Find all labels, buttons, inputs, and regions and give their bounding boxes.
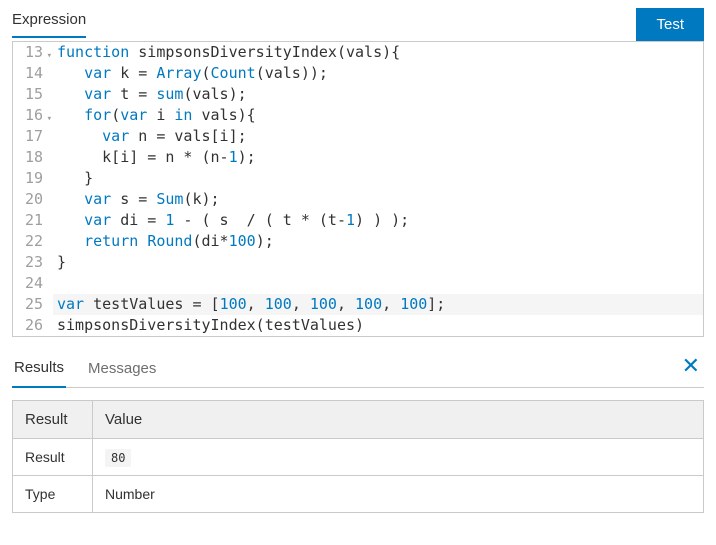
code-line[interactable]: 24 [13, 273, 703, 294]
code-line[interactable]: 15 var t = sum(vals); [13, 84, 703, 105]
close-icon[interactable]: ✕ [682, 353, 700, 379]
line-number: 22 [13, 231, 53, 252]
tab-results[interactable]: Results [12, 353, 66, 388]
code-content[interactable]: function simpsonsDiversityIndex(vals){ [53, 42, 703, 63]
line-number: 17 [13, 126, 53, 147]
code-line[interactable]: 14 var k = Array(Count(vals)); [13, 63, 703, 84]
code-content[interactable]: var n = vals[i]; [53, 126, 703, 147]
line-number: 18 [13, 147, 53, 168]
table-row: TypeNumber [13, 476, 704, 513]
header-result: Result [13, 401, 93, 439]
row-value: 80 [93, 439, 704, 476]
code-content[interactable]: simpsonsDiversityIndex(testValues) [53, 315, 703, 336]
line-number: 26 [13, 315, 53, 336]
row-label: Result [13, 439, 93, 476]
code-line[interactable]: 17 var n = vals[i]; [13, 126, 703, 147]
line-number: 23 [13, 252, 53, 273]
code-line[interactable]: 20 var s = Sum(k); [13, 189, 703, 210]
line-number: 13 [13, 42, 53, 63]
code-content[interactable]: var testValues = [100, 100, 100, 100, 10… [53, 294, 703, 315]
code-line[interactable]: 26simpsonsDiversityIndex(testValues) [13, 315, 703, 336]
code-line[interactable]: 25var testValues = [100, 100, 100, 100, … [13, 294, 703, 315]
code-line[interactable]: 18 k[i] = n * (n-1); [13, 147, 703, 168]
header-value: Value [93, 401, 704, 439]
line-number: 20 [13, 189, 53, 210]
test-button[interactable]: Test [636, 8, 704, 41]
code-content[interactable]: return Round(di*100); [53, 231, 703, 252]
line-number: 15 [13, 84, 53, 105]
code-content[interactable]: } [53, 168, 703, 189]
tab-messages[interactable]: Messages [86, 354, 158, 387]
line-number: 14 [13, 63, 53, 84]
code-content[interactable]: var k = Array(Count(vals)); [53, 63, 703, 84]
line-number: 16 [13, 105, 53, 126]
code-content[interactable]: for(var i in vals){ [53, 105, 703, 126]
row-label: Type [13, 476, 93, 513]
code-editor[interactable]: 13function simpsonsDiversityIndex(vals){… [12, 41, 704, 337]
code-content[interactable]: var s = Sum(k); [53, 189, 703, 210]
row-value: Number [93, 476, 704, 513]
code-content[interactable] [53, 273, 703, 294]
code-line[interactable]: 22 return Round(di*100); [13, 231, 703, 252]
code-line[interactable]: 23} [13, 252, 703, 273]
code-line[interactable]: 21 var di = 1 - ( s / ( t * (t-1) ) ); [13, 210, 703, 231]
line-number: 19 [13, 168, 53, 189]
tab-expression[interactable]: Expression [12, 11, 86, 38]
results-table: Result Value Result80TypeNumber [12, 400, 704, 513]
code-line[interactable]: 13function simpsonsDiversityIndex(vals){ [13, 42, 703, 63]
line-number: 21 [13, 210, 53, 231]
code-content[interactable]: k[i] = n * (n-1); [53, 147, 703, 168]
code-content[interactable]: var t = sum(vals); [53, 84, 703, 105]
code-line[interactable]: 16 for(var i in vals){ [13, 105, 703, 126]
code-content[interactable]: var di = 1 - ( s / ( t * (t-1) ) ); [53, 210, 703, 231]
line-number: 24 [13, 273, 53, 294]
line-number: 25 [13, 294, 53, 315]
code-content[interactable]: } [53, 252, 703, 273]
code-line[interactable]: 19 } [13, 168, 703, 189]
table-row: Result80 [13, 439, 704, 476]
